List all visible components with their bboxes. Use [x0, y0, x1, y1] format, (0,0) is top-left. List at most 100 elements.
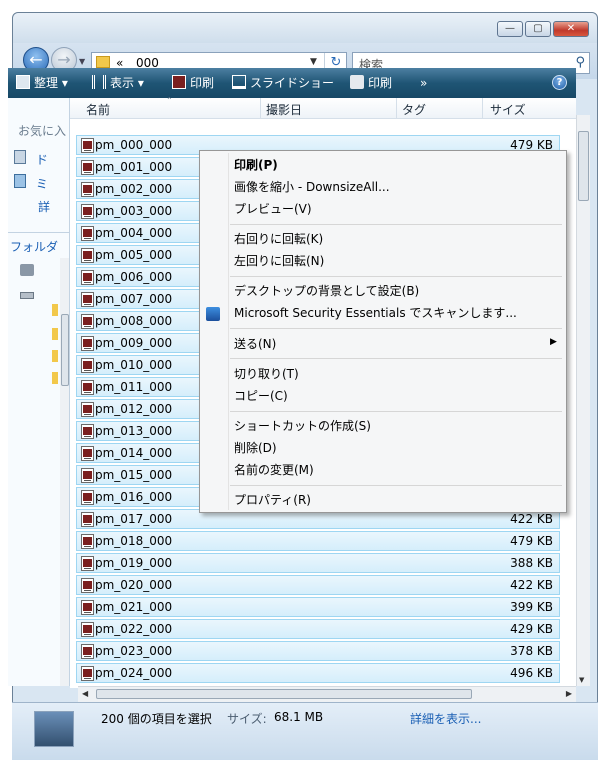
file-name: pm_023_000	[95, 644, 173, 658]
print-button-2[interactable]: 印刷	[350, 75, 392, 91]
selection-thumbnail-image	[34, 711, 74, 747]
address-dropdown-icon[interactable]: ▼	[310, 57, 317, 67]
image-file-icon	[81, 556, 94, 571]
image-file-icon	[81, 644, 94, 659]
slideshow-icon	[232, 75, 246, 89]
menu-item-security-scan[interactable]: Microsoft Security Essentials でスキャンします..…	[234, 304, 517, 321]
column-separator[interactable]	[260, 98, 261, 118]
printer-icon	[350, 75, 364, 89]
minimize-button[interactable]: —	[497, 21, 523, 37]
column-header-date[interactable]: 撮影日	[266, 101, 302, 118]
close-button[interactable]: ✕	[553, 21, 589, 37]
title-bar[interactable]: — ▢ ✕	[13, 13, 597, 43]
navigation-pane: お気に入 ド ミ 詳 フォルダ	[8, 98, 70, 686]
file-row[interactable]: pm_018_000 479 KB	[76, 531, 560, 551]
file-name: pm_021_000	[95, 600, 173, 614]
menu-item-rotate-counterclockwise[interactable]: 左回りに回転(N)	[234, 252, 324, 269]
print-label-2: 印刷	[368, 76, 393, 90]
selection-count: 200 個の項目を選択	[101, 712, 212, 726]
image-file-icon	[81, 358, 94, 373]
drive-icon[interactable]	[20, 292, 34, 299]
folder-icon-2[interactable]	[52, 328, 58, 340]
menu-separator	[230, 411, 562, 412]
views-button[interactable]: 表示 ▾	[92, 75, 144, 91]
favorite-link-more[interactable]: 詳	[38, 198, 50, 215]
image-file-icon	[81, 446, 94, 461]
slideshow-button[interactable]: スライドショー	[232, 75, 334, 91]
file-name: pm_006_000	[95, 270, 173, 284]
back-arrow-icon: ←	[29, 50, 43, 69]
file-row[interactable]: pm_019_000 388 KB	[76, 553, 560, 573]
menu-item-send-to[interactable]: 送る(N)	[234, 335, 276, 352]
image-file-icon	[81, 292, 94, 307]
print-button-1[interactable]: 印刷	[172, 75, 214, 91]
menu-item-downsize[interactable]: 画像を縮小 - DownsizeAll...	[234, 178, 390, 195]
image-file-icon	[81, 622, 94, 637]
file-name: pm_002_000	[95, 182, 173, 196]
column-separator[interactable]	[482, 98, 483, 118]
menu-item-print[interactable]: 印刷(P)	[234, 156, 278, 173]
column-separator[interactable]	[396, 98, 397, 118]
menu-item-create-shortcut[interactable]: ショートカットの作成(S)	[234, 417, 371, 434]
maximize-button[interactable]: ▢	[525, 21, 551, 37]
menu-item-set-desktop-background[interactable]: デスクトップの背景として設定(B)	[234, 282, 419, 299]
file-row[interactable]: pm_022_000 429 KB	[76, 619, 560, 639]
command-toolbar: 整理 ▾ 表示 ▾ 印刷 スライドショー 印刷 » ?	[8, 68, 576, 98]
scroll-left-icon[interactable]: ◀	[82, 689, 88, 698]
file-size: 496 KB	[510, 666, 553, 680]
computer-icon[interactable]	[20, 264, 34, 276]
image-file-icon	[81, 380, 94, 395]
menu-separator	[230, 276, 562, 277]
favorite-link-documents[interactable]: ド	[14, 150, 48, 168]
scroll-right-icon[interactable]: ▶	[566, 689, 572, 698]
column-header-tags[interactable]: タグ	[402, 101, 426, 118]
image-file-icon	[81, 424, 94, 439]
menu-separator	[230, 485, 562, 486]
folder-icon-1[interactable]	[52, 304, 58, 316]
menu-item-copy[interactable]: コピー(C)	[234, 387, 288, 404]
column-header-name[interactable]: 名前	[86, 101, 110, 118]
music-icon	[14, 174, 26, 188]
print-label-1: 印刷	[190, 76, 215, 90]
menu-item-cut[interactable]: 切り取り(T)	[234, 365, 299, 382]
file-row[interactable]: pm_023_000 378 KB	[76, 641, 560, 661]
navigation-scrollbar[interactable]	[60, 258, 69, 686]
search-icon[interactable]: ⚲	[575, 55, 585, 70]
menu-item-properties[interactable]: プロパティ(R)	[234, 491, 311, 508]
image-file-icon	[81, 160, 94, 175]
menu-item-rename[interactable]: 名前の変更(M)	[234, 461, 314, 478]
image-file-icon	[81, 468, 94, 483]
menu-item-rotate-clockwise[interactable]: 右回りに回転(K)	[234, 230, 323, 247]
show-details-link[interactable]: 詳細を表示...	[410, 710, 481, 727]
organize-button[interactable]: 整理 ▾	[16, 75, 68, 91]
file-row[interactable]: pm_020_000 422 KB	[76, 575, 560, 595]
file-row[interactable]: pm_024_000 496 KB	[76, 663, 560, 683]
column-header-row: 名前 ⌃ 撮影日 タグ サイズ	[70, 96, 576, 119]
folder-icon	[96, 56, 110, 68]
folder-icon-3[interactable]	[52, 350, 58, 362]
help-icon[interactable]: ?	[552, 75, 567, 90]
organize-label: 整理	[34, 76, 59, 90]
file-size: 388 KB	[510, 556, 553, 570]
favorite-link-music[interactable]: ミ	[14, 174, 48, 192]
scroll-down-icon[interactable]: ▼	[579, 676, 584, 684]
column-header-size[interactable]: サイズ	[490, 101, 526, 118]
file-row[interactable]: pm_021_000 399 KB	[76, 597, 560, 617]
menu-item-preview[interactable]: プレビュー(V)	[234, 200, 312, 217]
more-commands-button[interactable]: »	[420, 75, 427, 91]
vertical-scroll-thumb[interactable]	[578, 131, 589, 201]
file-size: 479 KB	[510, 534, 553, 548]
file-list-horizontal-scrollbar[interactable]: ◀ ▶	[78, 686, 576, 702]
menu-item-delete[interactable]: 削除(D)	[234, 439, 277, 456]
image-file-icon	[81, 204, 94, 219]
recent-pages-dropdown-icon[interactable]: ▼	[79, 57, 87, 66]
context-menu: 印刷(P) 画像を縮小 - DownsizeAll... プレビュー(V) 右回…	[199, 150, 567, 513]
folders-heading[interactable]: フォルダ	[10, 238, 58, 255]
file-list-vertical-scrollbar[interactable]: ▼	[576, 115, 590, 686]
navigation-scroll-thumb[interactable]	[61, 314, 69, 386]
favorites-heading: お気に入	[18, 124, 67, 138]
folder-icon-4[interactable]	[52, 372, 58, 384]
horizontal-scroll-thumb[interactable]	[96, 689, 472, 699]
file-name: pm_018_000	[95, 534, 173, 548]
image-file-icon	[81, 600, 94, 615]
